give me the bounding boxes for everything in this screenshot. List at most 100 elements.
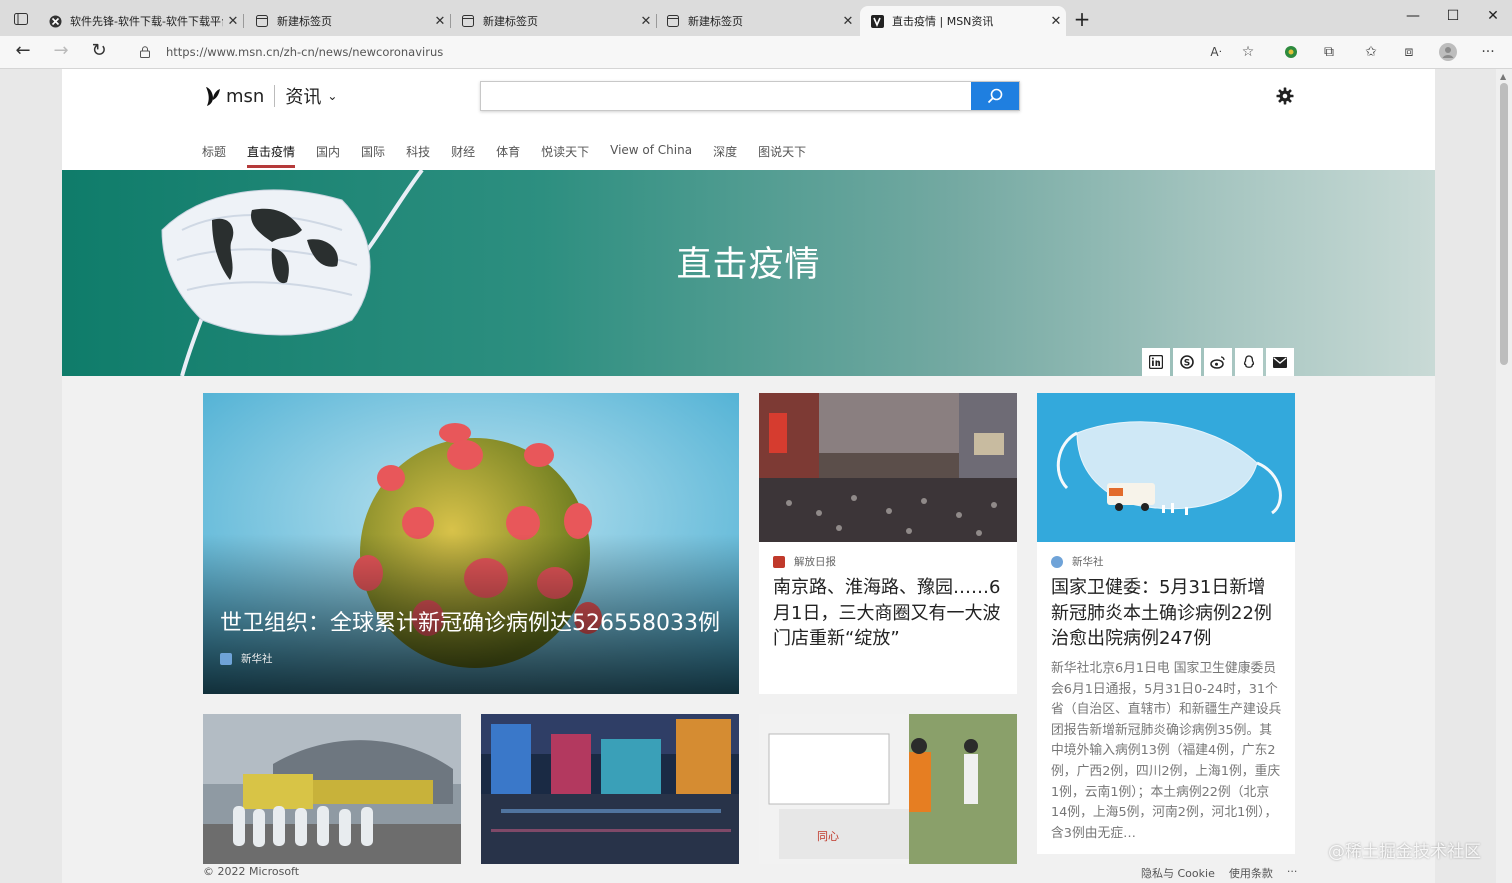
page-scrollbar[interactable]: ▲: [1496, 69, 1512, 883]
tab-title: 新建标签页: [483, 15, 538, 28]
search-input[interactable]: [481, 82, 977, 108]
feature-headline[interactable]: 世卫组织：全球累计新冠确诊病例达526558033例: [220, 611, 730, 637]
newtab-page-icon: [666, 14, 680, 28]
newtab-page-icon: [461, 14, 475, 28]
profile-avatar[interactable]: [1438, 43, 1458, 61]
section-title[interactable]: 资讯: [285, 83, 321, 109]
terms-link[interactable]: 使用条款: [1229, 865, 1273, 881]
nav-item[interactable]: View of China: [610, 143, 692, 169]
tab-title: 软件先锋-软件下载-软件下载平台: [70, 15, 223, 28]
nav-item[interactable]: 科技: [406, 143, 430, 169]
close-window-icon[interactable]: ✕: [1478, 8, 1508, 24]
svg-text:同心: 同心: [817, 830, 839, 843]
scrollbar-thumb[interactable]: [1500, 83, 1508, 365]
tab-4[interactable]: 新建标签页 ✕: [656, 6, 858, 36]
weibo-icon[interactable]: [1204, 348, 1232, 376]
feature-source: 新华社: [220, 651, 273, 666]
browser-toolbar: ← → ↻ https://www.msn.cn/zh-cn/news/newc…: [0, 36, 1512, 69]
card-summary: 新华社北京6月1日电 国家卫生健康委员会6月1日通报，5月31日0-24时，31…: [1051, 661, 1282, 841]
search-button[interactable]: [971, 82, 1019, 110]
gear-icon[interactable]: [1274, 85, 1296, 107]
close-tab-icon[interactable]: ✕: [430, 14, 450, 29]
logo-divider: [274, 85, 276, 107]
close-tab-icon[interactable]: ✕: [838, 14, 858, 29]
tab-actions-icon[interactable]: [8, 8, 34, 30]
xinhua-logo-icon: [1051, 555, 1063, 568]
tab-title: 新建标签页: [688, 15, 743, 28]
close-tab-icon[interactable]: ✕: [1046, 14, 1066, 29]
msn-butterfly-icon: [206, 87, 220, 106]
address-bar[interactable]: https://www.msn.cn/zh-cn/news/newcoronav…: [132, 39, 1270, 65]
news-card[interactable]: [203, 714, 461, 864]
logo-text: msn: [226, 85, 265, 107]
footer-links: 隐私与 Cookie 使用条款 ···: [1141, 865, 1311, 881]
lock-icon[interactable]: [132, 46, 158, 58]
back-icon[interactable]: ←: [12, 42, 34, 62]
search-icon: [987, 88, 1003, 104]
jiefang-daily-logo-icon: [773, 555, 785, 568]
tab-2[interactable]: 新建标签页 ✕: [245, 6, 451, 36]
tab-title: 直击疫情 | MSN资讯: [892, 15, 994, 28]
news-card-tall[interactable]: 新华社 国家卫健委：5月31日新增新冠肺炎本土确诊病例22例 治愈出院病例247…: [1037, 393, 1295, 854]
privacy-link[interactable]: 隐私与 Cookie: [1141, 865, 1215, 881]
nav-item[interactable]: 悦读天下: [541, 143, 589, 169]
collections-icon[interactable]: ⧈: [1399, 43, 1419, 61]
scroll-up-icon[interactable]: ▲: [1500, 72, 1506, 81]
news-card[interactable]: 同心: [759, 714, 1017, 864]
settings-more-icon[interactable]: ···: [1478, 43, 1498, 61]
read-aloud-icon[interactable]: Aᐧ: [1206, 43, 1226, 61]
nav-item[interactable]: 财经: [451, 143, 475, 169]
source-name: 解放日报: [794, 556, 836, 568]
crowd-street-photo: [759, 393, 1017, 542]
nav-item[interactable]: 图说天下: [758, 143, 806, 169]
more-icon[interactable]: ···: [1287, 865, 1298, 881]
msn-logo[interactable]: msn 资讯 ⌄: [204, 83, 337, 109]
refresh-icon[interactable]: ↻: [88, 42, 110, 62]
nav-item[interactable]: 体育: [496, 143, 520, 169]
source-name: 新华社: [241, 653, 273, 665]
card-headline[interactable]: 国家卫健委：5月31日新增新冠肺炎本土确诊病例22例 治愈出院病例247例: [1051, 575, 1283, 652]
mask-ambulance-photo: [1037, 393, 1295, 542]
news-card[interactable]: [481, 714, 739, 864]
nav-item[interactable]: 标题: [202, 143, 226, 169]
extension-icon[interactable]: [1281, 43, 1301, 61]
card-headline[interactable]: 南京路、淮海路、豫园……6月1日，三大商圈又有一大波门店重新“绽放”: [773, 575, 1005, 652]
nav-item[interactable]: 深度: [713, 143, 737, 169]
tab-3[interactable]: 新建标签页 ✕: [451, 6, 657, 36]
nav-item-active[interactable]: 直击疫情: [247, 143, 296, 169]
close-tab-icon[interactable]: ✕: [223, 14, 243, 29]
news-card[interactable]: 解放日报 南京路、淮海路、豫园……6月1日，三大商圈又有一大波门店重新“绽放”: [759, 393, 1017, 694]
forward-icon[interactable]: →: [50, 42, 72, 62]
tab-1[interactable]: 软件先锋-软件下载-软件下载平台 ✕: [38, 6, 244, 36]
maximize-icon[interactable]: ☐: [1438, 8, 1468, 24]
category-nav: 标题 直击疫情 国内 国际 科技 财经 体育 悦读天下 View of Chin…: [202, 143, 827, 169]
hero-title: 直击疫情: [676, 245, 821, 285]
linkedin-icon[interactable]: [1142, 348, 1170, 376]
night-city-photo: [481, 714, 739, 864]
url-text[interactable]: https://www.msn.cn/zh-cn/news/newcoronav…: [166, 45, 443, 59]
msn-icon: [870, 14, 884, 28]
tab-title: 新建标签页: [277, 15, 332, 28]
skype-icon[interactable]: S: [1173, 348, 1201, 376]
minimize-icon[interactable]: —: [1398, 8, 1428, 24]
feature-card[interactable]: 世卫组织：全球累计新冠确诊病例达526558033例 新华社: [203, 393, 739, 694]
extensions-puzzle-icon[interactable]: ⧉: [1319, 43, 1339, 61]
chevron-down-icon[interactable]: ⌄: [327, 89, 337, 103]
health-workers-photo: [203, 714, 461, 864]
favorites-icon[interactable]: ✩: [1361, 43, 1381, 61]
new-tab-button[interactable]: +: [1072, 9, 1092, 30]
source-name: 新华社: [1072, 556, 1104, 568]
testing-booth-photo: 同心: [759, 714, 1017, 864]
add-favorite-icon[interactable]: ☆: [1238, 43, 1258, 61]
copyright: © 2022 Microsoft: [203, 865, 300, 878]
tab-5-active[interactable]: 直击疫情 | MSN资讯 ✕: [860, 6, 1066, 36]
page: msn 资讯 ⌄ 标题 直击疫情 国内 国际 科技 财经 体育 悦读天下 Vie…: [62, 69, 1435, 883]
nav-item[interactable]: 国际: [361, 143, 385, 169]
card-source: 解放日报: [773, 554, 836, 569]
close-tab-icon[interactable]: ✕: [636, 14, 656, 29]
qq-icon[interactable]: [1235, 348, 1263, 376]
newtab-page-icon: [255, 14, 269, 28]
msn-header: msn 资讯 ⌄ 标题 直击疫情 国内 国际 科技 财经 体育 悦读天下 Vie…: [62, 69, 1435, 170]
nav-item[interactable]: 国内: [316, 143, 340, 169]
mail-icon[interactable]: [1266, 348, 1294, 376]
